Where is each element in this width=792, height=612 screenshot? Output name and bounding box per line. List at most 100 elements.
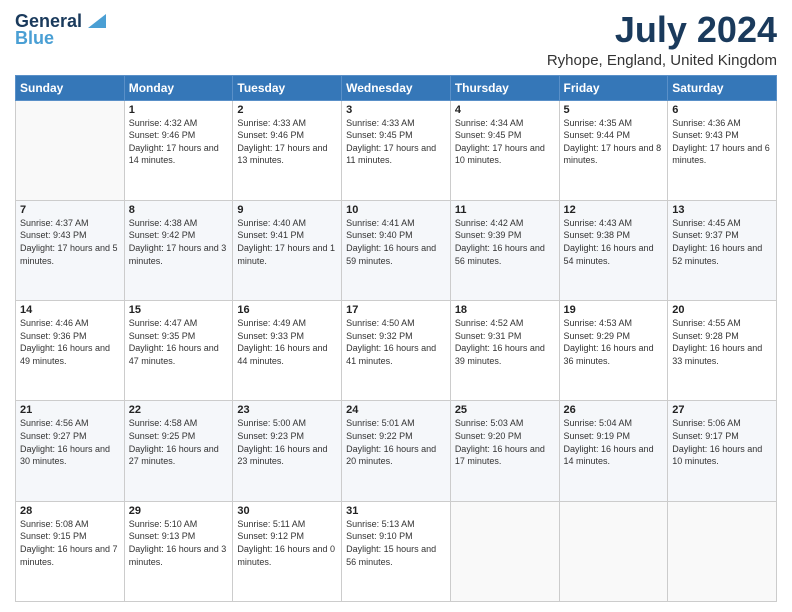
table-row — [559, 501, 668, 601]
table-row: 18Sunrise: 4:52 AMSunset: 9:31 PMDayligh… — [450, 301, 559, 401]
table-row: 11Sunrise: 4:42 AMSunset: 9:39 PMDayligh… — [450, 200, 559, 300]
day-info: Sunrise: 4:55 AMSunset: 9:28 PMDaylight:… — [672, 317, 772, 367]
table-row: 27Sunrise: 5:06 AMSunset: 9:17 PMDayligh… — [668, 401, 777, 501]
month-year: July 2024 — [547, 10, 777, 50]
table-row: 19Sunrise: 4:53 AMSunset: 9:29 PMDayligh… — [559, 301, 668, 401]
day-number: 18 — [455, 304, 555, 316]
day-number: 7 — [20, 204, 120, 216]
table-row: 1Sunrise: 4:32 AMSunset: 9:46 PMDaylight… — [124, 100, 233, 200]
day-number: 8 — [129, 204, 229, 216]
location: Ryhope, England, United Kingdom — [547, 52, 777, 69]
day-info: Sunrise: 4:42 AMSunset: 9:39 PMDaylight:… — [455, 217, 555, 267]
table-row: 29Sunrise: 5:10 AMSunset: 9:13 PMDayligh… — [124, 501, 233, 601]
day-info: Sunrise: 4:40 AMSunset: 9:41 PMDaylight:… — [237, 217, 337, 267]
calendar-week-row: 1Sunrise: 4:32 AMSunset: 9:46 PMDaylight… — [16, 100, 777, 200]
day-info: Sunrise: 4:37 AMSunset: 9:43 PMDaylight:… — [20, 217, 120, 267]
table-row: 30Sunrise: 5:11 AMSunset: 9:12 PMDayligh… — [233, 501, 342, 601]
table-row: 6Sunrise: 4:36 AMSunset: 9:43 PMDaylight… — [668, 100, 777, 200]
day-info: Sunrise: 5:10 AMSunset: 9:13 PMDaylight:… — [129, 518, 229, 568]
day-info: Sunrise: 4:50 AMSunset: 9:32 PMDaylight:… — [346, 317, 446, 367]
logo-triangle-icon — [84, 10, 106, 32]
day-number: 28 — [20, 505, 120, 517]
day-info: Sunrise: 4:52 AMSunset: 9:31 PMDaylight:… — [455, 317, 555, 367]
day-number: 19 — [564, 304, 664, 316]
day-number: 1 — [129, 104, 229, 116]
table-row: 28Sunrise: 5:08 AMSunset: 9:15 PMDayligh… — [16, 501, 125, 601]
day-info: Sunrise: 5:04 AMSunset: 9:19 PMDaylight:… — [564, 417, 664, 467]
table-row: 10Sunrise: 4:41 AMSunset: 9:40 PMDayligh… — [342, 200, 451, 300]
day-info: Sunrise: 5:13 AMSunset: 9:10 PMDaylight:… — [346, 518, 446, 568]
day-info: Sunrise: 4:58 AMSunset: 9:25 PMDaylight:… — [129, 417, 229, 467]
day-number: 5 — [564, 104, 664, 116]
table-row — [16, 100, 125, 200]
col-tuesday: Tuesday — [233, 75, 342, 100]
table-row: 15Sunrise: 4:47 AMSunset: 9:35 PMDayligh… — [124, 301, 233, 401]
table-row: 24Sunrise: 5:01 AMSunset: 9:22 PMDayligh… — [342, 401, 451, 501]
day-info: Sunrise: 4:47 AMSunset: 9:35 PMDaylight:… — [129, 317, 229, 367]
day-number: 6 — [672, 104, 772, 116]
calendar-week-row: 14Sunrise: 4:46 AMSunset: 9:36 PMDayligh… — [16, 301, 777, 401]
day-info: Sunrise: 4:38 AMSunset: 9:42 PMDaylight:… — [129, 217, 229, 267]
page: General Blue July 2024 Ryhope, England, … — [0, 0, 792, 612]
day-info: Sunrise: 4:49 AMSunset: 9:33 PMDaylight:… — [237, 317, 337, 367]
day-info: Sunrise: 4:45 AMSunset: 9:37 PMDaylight:… — [672, 217, 772, 267]
calendar-week-row: 21Sunrise: 4:56 AMSunset: 9:27 PMDayligh… — [16, 401, 777, 501]
logo: General Blue — [15, 10, 106, 49]
table-row: 14Sunrise: 4:46 AMSunset: 9:36 PMDayligh… — [16, 301, 125, 401]
col-saturday: Saturday — [668, 75, 777, 100]
table-row: 13Sunrise: 4:45 AMSunset: 9:37 PMDayligh… — [668, 200, 777, 300]
day-info: Sunrise: 4:34 AMSunset: 9:45 PMDaylight:… — [455, 117, 555, 167]
day-number: 16 — [237, 304, 337, 316]
day-number: 3 — [346, 104, 446, 116]
table-row: 12Sunrise: 4:43 AMSunset: 9:38 PMDayligh… — [559, 200, 668, 300]
day-number: 25 — [455, 404, 555, 416]
table-row: 17Sunrise: 4:50 AMSunset: 9:32 PMDayligh… — [342, 301, 451, 401]
table-row: 9Sunrise: 4:40 AMSunset: 9:41 PMDaylight… — [233, 200, 342, 300]
calendar-week-row: 28Sunrise: 5:08 AMSunset: 9:15 PMDayligh… — [16, 501, 777, 601]
day-info: Sunrise: 5:01 AMSunset: 9:22 PMDaylight:… — [346, 417, 446, 467]
table-row: 2Sunrise: 4:33 AMSunset: 9:46 PMDaylight… — [233, 100, 342, 200]
calendar-table: Sunday Monday Tuesday Wednesday Thursday… — [15, 75, 777, 602]
day-number: 23 — [237, 404, 337, 416]
day-info: Sunrise: 5:06 AMSunset: 9:17 PMDaylight:… — [672, 417, 772, 467]
table-row: 7Sunrise: 4:37 AMSunset: 9:43 PMDaylight… — [16, 200, 125, 300]
table-row: 21Sunrise: 4:56 AMSunset: 9:27 PMDayligh… — [16, 401, 125, 501]
day-number: 10 — [346, 204, 446, 216]
col-wednesday: Wednesday — [342, 75, 451, 100]
day-number: 15 — [129, 304, 229, 316]
day-number: 4 — [455, 104, 555, 116]
day-info: Sunrise: 4:33 AMSunset: 9:46 PMDaylight:… — [237, 117, 337, 167]
day-info: Sunrise: 4:56 AMSunset: 9:27 PMDaylight:… — [20, 417, 120, 467]
day-number: 24 — [346, 404, 446, 416]
day-number: 29 — [129, 505, 229, 517]
day-info: Sunrise: 4:46 AMSunset: 9:36 PMDaylight:… — [20, 317, 120, 367]
table-row: 3Sunrise: 4:33 AMSunset: 9:45 PMDaylight… — [342, 100, 451, 200]
table-row: 31Sunrise: 5:13 AMSunset: 9:10 PMDayligh… — [342, 501, 451, 601]
calendar-week-row: 7Sunrise: 4:37 AMSunset: 9:43 PMDaylight… — [16, 200, 777, 300]
day-info: Sunrise: 4:43 AMSunset: 9:38 PMDaylight:… — [564, 217, 664, 267]
day-info: Sunrise: 4:36 AMSunset: 9:43 PMDaylight:… — [672, 117, 772, 167]
day-number: 30 — [237, 505, 337, 517]
table-row: 16Sunrise: 4:49 AMSunset: 9:33 PMDayligh… — [233, 301, 342, 401]
day-number: 27 — [672, 404, 772, 416]
day-number: 20 — [672, 304, 772, 316]
day-info: Sunrise: 4:35 AMSunset: 9:44 PMDaylight:… — [564, 117, 664, 167]
table-row — [450, 501, 559, 601]
table-row: 5Sunrise: 4:35 AMSunset: 9:44 PMDaylight… — [559, 100, 668, 200]
day-info: Sunrise: 4:32 AMSunset: 9:46 PMDaylight:… — [129, 117, 229, 167]
day-number: 22 — [129, 404, 229, 416]
day-number: 13 — [672, 204, 772, 216]
day-info: Sunrise: 4:41 AMSunset: 9:40 PMDaylight:… — [346, 217, 446, 267]
table-row: 23Sunrise: 5:00 AMSunset: 9:23 PMDayligh… — [233, 401, 342, 501]
col-thursday: Thursday — [450, 75, 559, 100]
day-number: 14 — [20, 304, 120, 316]
day-info: Sunrise: 5:03 AMSunset: 9:20 PMDaylight:… — [455, 417, 555, 467]
calendar-header-row: Sunday Monday Tuesday Wednesday Thursday… — [16, 75, 777, 100]
table-row: 8Sunrise: 4:38 AMSunset: 9:42 PMDaylight… — [124, 200, 233, 300]
table-row: 20Sunrise: 4:55 AMSunset: 9:28 PMDayligh… — [668, 301, 777, 401]
table-row: 25Sunrise: 5:03 AMSunset: 9:20 PMDayligh… — [450, 401, 559, 501]
col-sunday: Sunday — [16, 75, 125, 100]
col-friday: Friday — [559, 75, 668, 100]
day-info: Sunrise: 5:00 AMSunset: 9:23 PMDaylight:… — [237, 417, 337, 467]
col-monday: Monday — [124, 75, 233, 100]
